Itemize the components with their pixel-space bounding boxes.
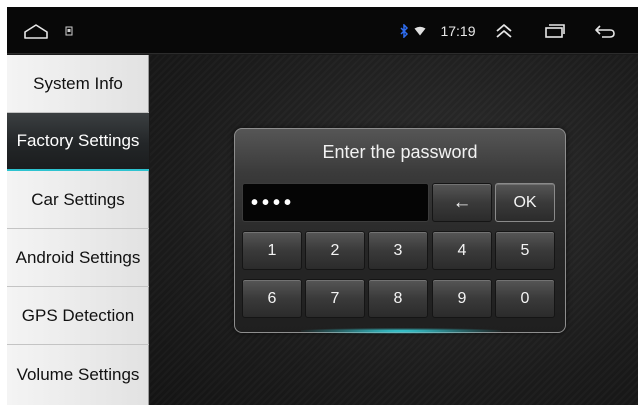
status-clock: 17:19 <box>440 22 476 39</box>
collapse-icon[interactable] <box>492 7 516 54</box>
key-9[interactable]: 9 <box>432 279 492 318</box>
sidebar-item-system-info[interactable]: System Info <box>7 55 149 113</box>
key-7[interactable]: 7 <box>305 279 365 318</box>
backspace-button[interactable]: ← <box>432 183 492 222</box>
status-bar: 17:19 <box>7 7 638 54</box>
wifi-icon <box>413 7 427 54</box>
home-icon[interactable] <box>21 7 51 54</box>
key-8[interactable]: 8 <box>368 279 428 318</box>
head-unit-screen: 17:19 System Info Factory Settings Car S… <box>7 7 638 405</box>
ok-button[interactable]: OK <box>495 183 555 222</box>
sidebar-item-factory-settings[interactable]: Factory Settings <box>7 113 149 171</box>
recent-apps-icon[interactable] <box>541 7 569 54</box>
bluetooth-icon <box>398 7 410 54</box>
key-5[interactable]: 5 <box>495 231 555 270</box>
key-0[interactable]: 0 <box>495 279 555 318</box>
password-input[interactable]: •••• <box>242 183 429 222</box>
password-dialog: Enter the password •••• ← OK 1 2 3 4 5 6… <box>234 128 566 334</box>
key-3[interactable]: 3 <box>368 231 428 270</box>
settings-sidebar: System Info Factory Settings Car Setting… <box>7 55 149 405</box>
sidebar-item-gps-detection[interactable]: GPS Detection <box>7 287 149 345</box>
key-4[interactable]: 4 <box>432 231 492 270</box>
sidebar-item-volume-settings[interactable]: Volume Settings <box>7 345 149 405</box>
key-2[interactable]: 2 <box>305 231 365 270</box>
dialog-glow-accent <box>301 328 501 334</box>
key-6[interactable]: 6 <box>242 279 302 318</box>
key-1[interactable]: 1 <box>242 231 302 270</box>
dialog-title: Enter the password <box>322 142 478 162</box>
sidebar-item-android-settings[interactable]: Android Settings <box>7 229 149 287</box>
small-app-icon[interactable] <box>63 7 75 54</box>
back-icon[interactable] <box>591 7 619 54</box>
backspace-arrow-icon: ← <box>452 191 472 213</box>
sidebar-item-car-settings[interactable]: Car Settings <box>7 171 149 229</box>
